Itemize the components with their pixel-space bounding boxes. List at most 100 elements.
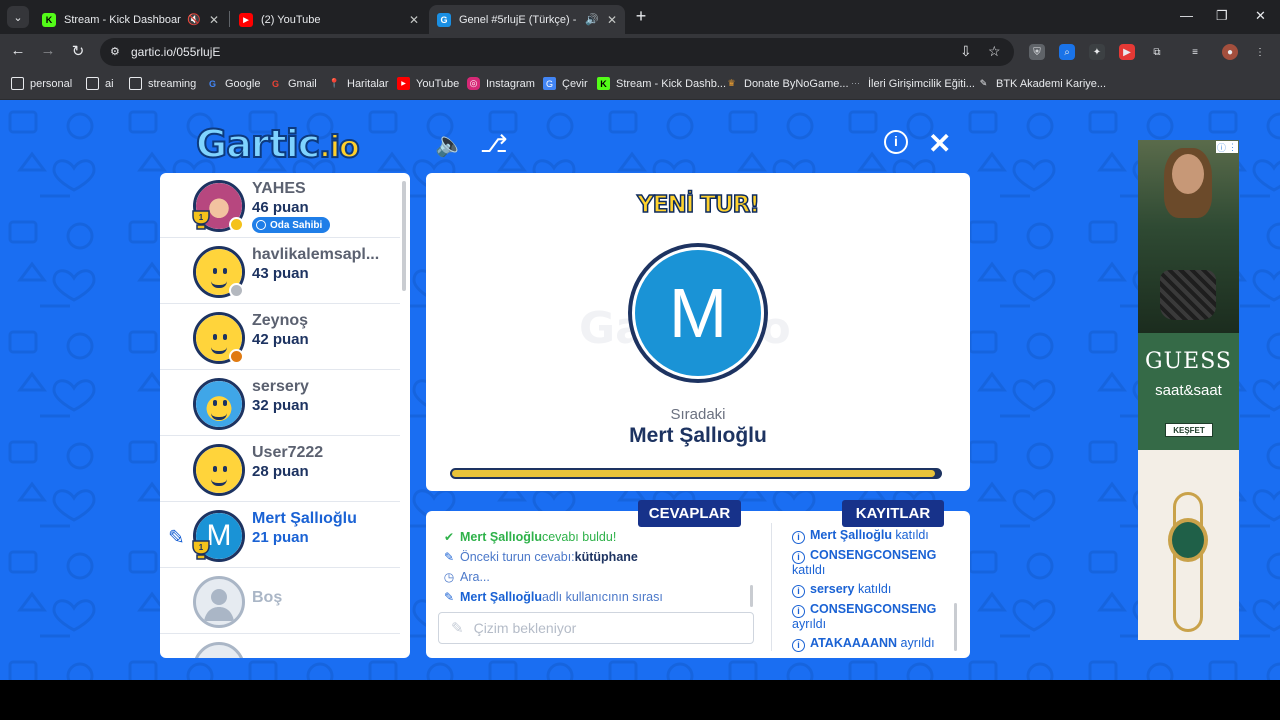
youtube-extension-icon[interactable]: ▶	[1119, 44, 1135, 60]
round-card: YENİ TUR! Gartic.io M Sıradaki Mert Şall…	[426, 173, 970, 491]
round-progress-bar	[450, 468, 942, 479]
close-window-icon[interactable]: ✕	[1255, 8, 1266, 24]
player-row[interactable]: sersery 32 puan	[160, 371, 400, 436]
pencil-icon: ✎	[451, 620, 464, 637]
volume-icon[interactable]: 🔈	[435, 130, 465, 159]
search-extension-icon[interactable]: ⌕	[1059, 44, 1075, 60]
records-tab[interactable]: KAYITLAR	[842, 500, 944, 527]
players-panel: 1 YAHES 46 puan Oda Sahibi havlikalemsap…	[160, 173, 410, 658]
folder-icon	[11, 77, 24, 90]
share-icon[interactable]: ⎇	[480, 130, 508, 159]
site-info-icon[interactable]: ⚙	[110, 45, 120, 58]
install-app-icon[interactable]: ⇩	[960, 43, 972, 60]
reload-icon[interactable]: ↻	[68, 42, 88, 60]
url-text[interactable]: gartic.io/055rlujE	[131, 45, 220, 59]
trophy-icon: 1	[192, 540, 210, 560]
bookmark-youtube[interactable]: ▶ YouTube	[397, 77, 459, 90]
empty-slot	[160, 635, 400, 658]
player-score: 32 puan	[252, 397, 309, 414]
ad-tagline: saat&saat	[1155, 382, 1222, 399]
info-icon: i	[792, 531, 805, 544]
game-page: Gartic.io 🔈 ⎇ i ✕ 1 YAHES 46 puan Oda Sa…	[0, 100, 1280, 680]
records-scrollbar[interactable]	[954, 603, 957, 651]
player-row[interactable]: 1 YAHES 46 puan Oda Sahibi	[160, 173, 400, 238]
browser-toolbar: ← → ↻ ⚙ gartic.io/055rlujE ⇩ ☆	[0, 34, 1280, 70]
extension-icon[interactable]: ✦	[1089, 44, 1105, 60]
player-row[interactable]: Zeynoş 42 puan	[160, 305, 400, 370]
status-dot	[229, 283, 244, 298]
translate-icon: G	[543, 77, 556, 90]
bookmark-gmail[interactable]: G Gmail	[269, 77, 317, 90]
players-scrollbar[interactable]	[402, 181, 406, 291]
bookmark-kick[interactable]: K Stream - Kick Dashb...	[597, 77, 726, 90]
player-row[interactable]: User7222 28 puan	[160, 437, 400, 502]
back-icon[interactable]: ←	[8, 42, 28, 59]
tab-youtube[interactable]: ▶ (2) YouTube ✕	[231, 5, 427, 34]
bookmark-bynogame[interactable]: ♛ Donate ByNoGame...	[725, 77, 848, 90]
avatar	[193, 378, 245, 430]
player-row[interactable]: havlikalemsapl... 43 puan	[160, 239, 400, 304]
advertisement[interactable]: ⓘ ⋮ GUESS saat&saat KEŞFET	[1138, 140, 1239, 640]
svg-text:1: 1	[199, 213, 204, 222]
puzzle-icon[interactable]: ⧉	[1149, 44, 1165, 60]
profile-avatar[interactable]: ●	[1222, 44, 1238, 60]
tab-gartic[interactable]: G Genel #5rlujE (Türkçe) - Gartic.io 🔊 ✕	[429, 5, 625, 34]
google-icon: G	[208, 78, 216, 89]
watch-image	[1173, 492, 1203, 632]
bookmark-maps[interactable]: 📍 Haritalar	[328, 77, 389, 90]
media-icon[interactable]: ≡	[1187, 44, 1203, 60]
minimize-icon[interactable]: —	[1180, 8, 1193, 23]
youtube-icon: ▶	[239, 12, 253, 27]
bookmark-translate[interactable]: G Çevir	[543, 77, 588, 90]
address-bar[interactable]: ⚙ gartic.io/055rlujE ⇩ ☆	[100, 38, 1014, 66]
watch-face	[1168, 518, 1208, 562]
trophy-icon: 1	[192, 210, 210, 230]
bookmark-star-icon[interactable]: ☆	[988, 43, 1001, 60]
owner-icon	[256, 220, 266, 230]
player-name: YAHES	[252, 180, 306, 197]
bookmark-btk[interactable]: ✎ BTK Akademi Kariye...	[977, 77, 1106, 90]
answer-input[interactable]: ✎ Çizim bekleniyor	[438, 612, 754, 644]
answers-scrollbar[interactable]	[750, 585, 753, 607]
status-dot	[229, 349, 244, 364]
player-score: 46 puan	[252, 199, 309, 216]
ad-image-model	[1138, 140, 1239, 333]
shield-extension-icon[interactable]: ⛨	[1029, 44, 1045, 60]
restore-icon[interactable]: ❐	[1216, 8, 1228, 24]
record-message: i CONSENGCONSENG ayrıldı	[792, 602, 937, 631]
close-tab-icon[interactable]: ✕	[409, 13, 419, 27]
google-icon: G	[271, 78, 279, 89]
muted-icon[interactable]: 🔇	[187, 13, 201, 26]
bookmark-personal[interactable]: personal	[11, 77, 72, 90]
info-icon[interactable]: i	[884, 130, 908, 154]
forward-icon[interactable]: →	[38, 42, 58, 59]
audio-playing-icon[interactable]: 🔊	[585, 13, 599, 26]
next-player-name: Mert Şallıoğlu	[629, 424, 767, 447]
bookmark-ai[interactable]: ai	[86, 77, 114, 90]
player-score: 42 puan	[252, 331, 309, 348]
close-tab-icon[interactable]: ✕	[607, 13, 617, 27]
player-name: User7222	[252, 444, 324, 461]
menu-icon[interactable]: ⋮	[1252, 44, 1268, 60]
tab-kick[interactable]: K Stream - Kick Dashboard 🔇 ✕	[34, 5, 227, 34]
tab-strip: ⌄ K Stream - Kick Dashboard 🔇 ✕ ▶ (2) Yo…	[0, 0, 1280, 34]
ad-brand: GUESS	[1145, 349, 1232, 374]
round-title: YENİ TUR!	[636, 191, 760, 219]
ad-cta-button[interactable]: KEŞFET	[1165, 423, 1213, 437]
record-message: i sersery katıldı	[792, 583, 962, 598]
bookmark-girisimcilik[interactable]: ⋯ İleri Girişimcilik Eğiti...	[849, 77, 975, 90]
answers-tab[interactable]: CEVAPLAR	[638, 500, 741, 527]
answer-message: ✎ Önceki turun cevabı: kütüphane	[443, 550, 638, 564]
link-icon: ⋯	[851, 78, 860, 88]
bookmark-streaming[interactable]: streaming	[129, 77, 196, 90]
pencil-icon: ✎	[168, 527, 185, 549]
bookmark-google[interactable]: G Google	[206, 77, 261, 90]
tab-search-button[interactable]: ⌄	[7, 6, 29, 28]
ad-choices-icon[interactable]: ⓘ ⋮	[1216, 141, 1238, 153]
player-row-current-drawer[interactable]: ✎ M 1 Mert Şallıoğlu 21 puan	[160, 503, 400, 568]
close-tab-icon[interactable]: ✕	[209, 13, 219, 27]
new-tab-button[interactable]: +	[632, 7, 650, 25]
bookmark-instagram[interactable]: ◎ Instagram	[467, 77, 535, 90]
close-game-icon[interactable]: ✕	[928, 127, 951, 160]
next-label: Sıradaki	[670, 406, 726, 423]
